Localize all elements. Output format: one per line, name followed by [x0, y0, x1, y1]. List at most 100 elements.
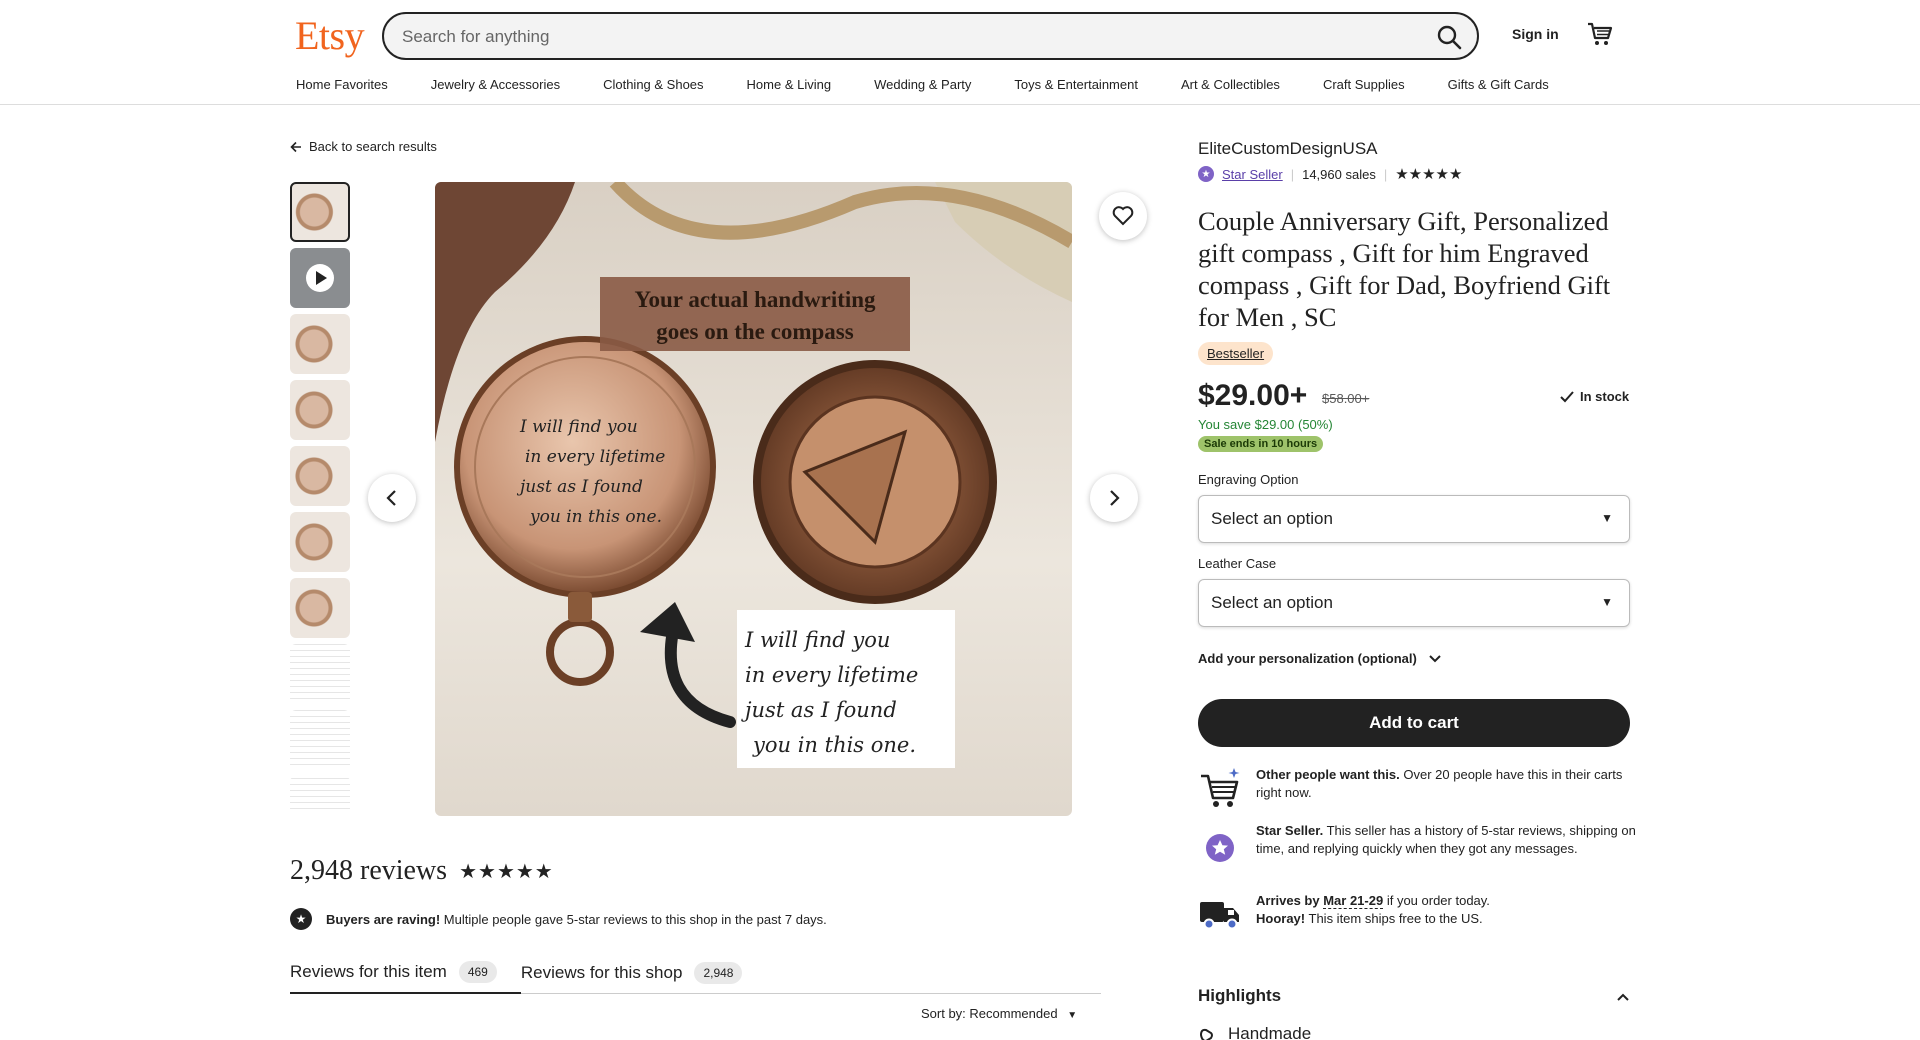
sort-dropdown[interactable]: Sort by: Recommended ▼ — [921, 1006, 1077, 1021]
category-craft[interactable]: Craft Supplies — [1323, 77, 1405, 92]
handmade-label: Handmade — [1228, 1024, 1312, 1040]
highlights-toggle[interactable]: Highlights — [1198, 986, 1630, 1006]
chevron-up-icon — [1617, 993, 1629, 1001]
bestseller-badge[interactable]: Bestseller — [1198, 342, 1274, 365]
tab-reviews-item[interactable]: Reviews for this item 469 — [290, 952, 521, 994]
add-to-cart-button[interactable]: Add to cart — [1198, 699, 1630, 747]
star-seller-link[interactable]: Star Seller — [1222, 167, 1283, 182]
buyers-raving-banner: ★ Buyers are raving! Multiple people gav… — [290, 908, 827, 930]
svg-text:Your actual handwriting: Your actual handwriting — [634, 287, 876, 312]
sale-ends-badge: Sale ends in 10 hours — [1198, 436, 1324, 452]
svg-text:in every lifetime: in every lifetime — [745, 663, 918, 687]
thumbnail-3[interactable] — [290, 314, 350, 374]
category-clothing[interactable]: Clothing & Shoes — [603, 77, 703, 92]
svg-text:I will find you: I will find you — [519, 417, 638, 437]
tab-reviews-shop-label: Reviews for this shop — [520, 963, 683, 982]
thumbnail-8[interactable] — [290, 644, 350, 704]
category-art[interactable]: Art & Collectibles — [1181, 77, 1280, 92]
listing-title: Couple Anniversary Gift, Personalized gi… — [1198, 206, 1611, 332]
thumbnail-9[interactable] — [290, 710, 350, 770]
reviews-stars: ★★★★★ — [459, 860, 554, 883]
chevron-down-icon — [1429, 654, 1441, 662]
thumbnail-1[interactable] — [290, 182, 350, 242]
thumbnail-strip — [290, 182, 350, 820]
chevron-right-icon — [1110, 490, 1120, 506]
caret-down-icon: ▼ — [1601, 595, 1613, 609]
personalization-toggle[interactable]: Add your personalization (optional) — [1198, 651, 1441, 666]
star-seller-badge-icon — [1206, 834, 1234, 862]
seller-info-row: ★ Star Seller | 14,960 sales | ★★★★★ — [1198, 165, 1462, 183]
category-home-living[interactable]: Home & Living — [747, 77, 832, 92]
main-product-image[interactable]: Your actual handwriting goes on the comp… — [435, 182, 1072, 816]
tab-reviews-shop[interactable]: Reviews for this shop 2,948 — [521, 952, 767, 994]
category-nav: Home Favorites Jewelry & Accessories Clo… — [296, 77, 1592, 92]
etsy-logo[interactable]: Etsy — [295, 12, 365, 59]
prev-image-button[interactable] — [368, 474, 416, 522]
category-wedding[interactable]: Wedding & Party — [874, 77, 971, 92]
thumbnail-4[interactable] — [290, 380, 350, 440]
raving-text: Multiple people gave 5-star reviews to t… — [443, 911, 827, 927]
handmade-highlight: Handmade — [1198, 1024, 1311, 1040]
thumbnail-10[interactable] — [290, 776, 350, 814]
sort-label: Sort by: Recommended — [921, 1006, 1058, 1021]
perk-star-seller: Star Seller. This seller has a history o… — [1198, 822, 1638, 866]
perk-shipping: Arrives by Mar 21-29 if you order today.… — [1198, 892, 1638, 936]
search-input[interactable] — [402, 25, 1402, 49]
back-label: Back to search results — [309, 139, 437, 154]
svg-text:just as I found: just as I found — [516, 477, 643, 497]
tab-reviews-shop-count: 2,948 — [694, 962, 743, 984]
heart-icon — [1112, 206, 1134, 226]
checkmark-icon — [1560, 390, 1574, 402]
perk-hooray-bold: Hooray! — [1256, 911, 1306, 926]
reviews-tabs: Reviews for this item 469 Reviews for th… — [290, 952, 1101, 994]
svg-text:you in this one.: you in this one. — [752, 733, 916, 757]
perk-ship-bold: Arrives by — [1256, 893, 1320, 908]
thumbnail-5[interactable] — [290, 446, 350, 506]
category-home-favorites[interactable]: Home Favorites — [296, 77, 388, 92]
search-icon[interactable] — [1435, 23, 1463, 51]
leather-label: Leather Case — [1198, 556, 1277, 571]
perk-demand-text: Other people want this. Over 20 people h… — [1256, 766, 1638, 810]
in-stock-label: In stock — [1580, 389, 1630, 404]
delivery-truck-icon — [1200, 902, 1239, 930]
thumbnail-6[interactable] — [290, 512, 350, 572]
sales-count: 14,960 sales — [1302, 166, 1376, 182]
shop-name-link[interactable]: EliteCustomDesignUSA — [1198, 139, 1378, 159]
thumbnail-7[interactable] — [290, 578, 350, 638]
favorite-button[interactable] — [1099, 192, 1147, 240]
leather-select[interactable]: Select an option ▼ — [1198, 579, 1630, 627]
perk-shipping-text: Arrives by Mar 21-29 if you order today.… — [1256, 892, 1490, 936]
svg-text:you in this one.: you in this one. — [529, 507, 662, 527]
category-toys[interactable]: Toys & Entertainment — [1014, 77, 1138, 92]
cart-demand-icon — [1201, 768, 1240, 807]
perk-demand: Other people want this. Over 20 people h… — [1198, 766, 1638, 810]
in-stock-status: In stock — [1560, 389, 1629, 404]
perk-hooray-body: This item ships free to the US. — [1308, 911, 1483, 926]
perk-star-seller-text: Star Seller. This seller has a history o… — [1256, 822, 1638, 866]
personalization-label: Add your personalization (optional) — [1198, 651, 1417, 666]
perk-ship-body: if you order today. — [1386, 893, 1490, 908]
leather-value: Select an option — [1211, 593, 1333, 612]
delivery-date[interactable]: Mar 21-29 — [1323, 893, 1384, 909]
search-bar — [382, 12, 1479, 60]
category-jewelry[interactable]: Jewelry & Accessories — [431, 77, 560, 92]
thumbnail-video[interactable] — [290, 248, 350, 308]
you-save-text: You save $29.00 (50%) — [1198, 417, 1333, 432]
caret-down-icon: ▼ — [1067, 1010, 1078, 1021]
shop-rating-stars[interactable]: ★★★★★ — [1395, 165, 1462, 183]
compass-photo: Your actual handwriting goes on the comp… — [435, 182, 1072, 768]
engraving-select[interactable]: Select an option ▼ — [1198, 495, 1630, 543]
cart-icon[interactable] — [1586, 20, 1614, 48]
next-image-button[interactable] — [1090, 474, 1138, 522]
back-to-results-link[interactable]: Back to search results — [290, 139, 437, 154]
sign-in-link[interactable]: Sign in — [1512, 26, 1559, 42]
arrow-left-icon — [290, 141, 301, 152]
category-gifts[interactable]: Gifts & Gift Cards — [1448, 77, 1549, 92]
chevron-left-icon — [386, 490, 396, 506]
caret-down-icon: ▼ — [1601, 511, 1613, 525]
engraving-value: Select an option — [1211, 509, 1333, 528]
svg-text:just as I found: just as I found — [741, 698, 897, 722]
hand-icon — [1199, 1028, 1213, 1040]
price: $29.00+ — [1198, 379, 1308, 412]
tab-reviews-item-count: 469 — [458, 961, 497, 983]
